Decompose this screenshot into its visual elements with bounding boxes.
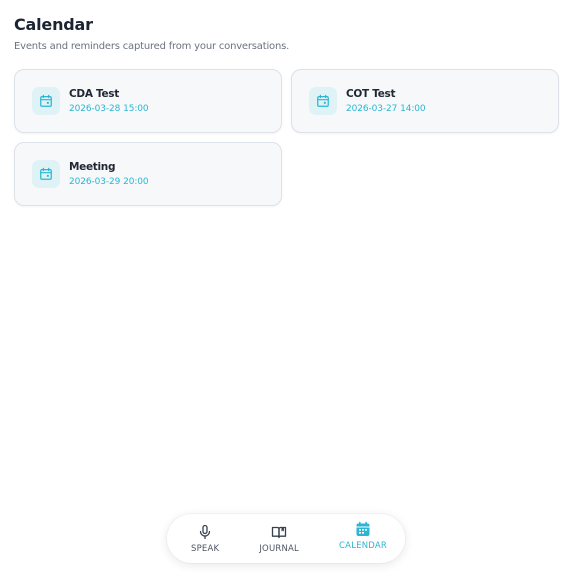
event-datetime: 2026-03-27 14:00 [346,103,426,114]
nav-speak[interactable]: SPEAK [191,524,219,554]
calendar-event-icon [32,87,60,115]
nav-calendar[interactable]: CALENDAR [339,521,387,551]
nav-speak-label: SPEAK [191,543,220,554]
event-title: Meeting [69,160,116,173]
page-subtitle: Events and reminders captured from your … [14,41,290,52]
event-datetime: 2026-03-29 20:00 [69,176,149,187]
event-list: CDA Test 2026-03-28 15:00 COT Test 2026-… [14,69,559,206]
calendar-icon [355,521,371,537]
book-icon [271,524,287,540]
calendar-event-icon [309,87,337,115]
event-title: COT Test [346,87,396,100]
nav-journal[interactable]: JOURNAL [259,524,299,554]
event-title: CDA Test [69,87,119,100]
bottom-nav: SPEAK JOURNAL CALENDAR [167,514,405,563]
event-card[interactable]: CDA Test 2026-03-28 15:00 [14,69,282,133]
nav-calendar-label: CALENDAR [339,541,387,551]
nav-journal-label: JOURNAL [259,543,299,554]
event-card[interactable]: Meeting 2026-03-29 20:00 [14,142,282,206]
calendar-page: Calendar Events and reminders captured f… [0,0,574,573]
calendar-event-icon [32,160,60,188]
event-datetime: 2026-03-28 15:00 [69,103,149,114]
page-title: Calendar [14,15,93,34]
event-card[interactable]: COT Test 2026-03-27 14:00 [291,69,559,133]
microphone-icon [197,524,213,540]
